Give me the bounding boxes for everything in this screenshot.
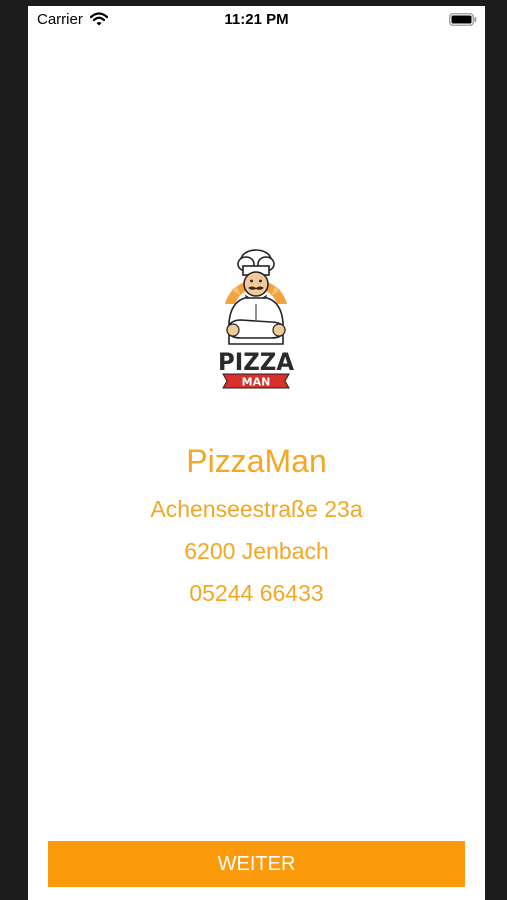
logo-ribbon: MAN (222, 373, 290, 389)
pizza-man-logo: PIZZA MAN (218, 249, 294, 389)
status-time: 11:21 PM (224, 11, 289, 28)
app-screen: Carrier 11:21 PM PIZZA MAN PizzaMan Ache… (28, 6, 485, 900)
restaurant-phone: 05244 66433 (189, 580, 324, 606)
continue-button[interactable]: WEITER (48, 841, 465, 887)
restaurant-street: Achenseestraße 23a (150, 496, 363, 522)
logo-word-pizza: PIZZA (218, 348, 294, 376)
status-bar: Carrier 11:21 PM (28, 6, 485, 34)
logo-word-man: MAN (242, 376, 271, 389)
restaurant-city: 6200 Jenbach (184, 538, 329, 564)
chef-face (243, 271, 269, 297)
chef-body (226, 297, 286, 345)
battery-icon (449, 13, 477, 26)
restaurant-name: PizzaMan (186, 443, 327, 479)
